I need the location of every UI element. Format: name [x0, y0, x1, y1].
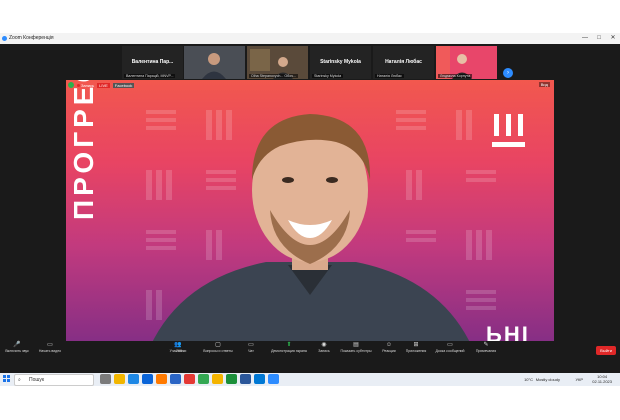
muted-mic-icon: 🎤: [13, 342, 21, 348]
notes-app-icon[interactable]: [212, 374, 223, 384]
video-off-icon: ▭: [47, 342, 53, 348]
unmute-button[interactable]: 🎤 Включить звук: [3, 342, 31, 353]
record-button[interactable]: ◉ Запись: [316, 342, 332, 353]
zoom-app-icon: [2, 36, 7, 41]
participant-strip: Валентина Пар... Валентина Парацій, MNVP…: [0, 44, 620, 80]
reactions-button[interactable]: ☺ Реакции: [380, 342, 398, 353]
participant-label: Людмила Корнута: [438, 74, 473, 78]
firefox-icon[interactable]: [156, 374, 167, 384]
excel-icon[interactable]: [226, 374, 237, 384]
captions-label: Показать субтитры: [340, 349, 372, 353]
clock[interactable]: 10:04 02.11.2023: [592, 374, 612, 384]
word-icon[interactable]: [240, 374, 251, 384]
participant-name: Валентина Пар...: [131, 59, 174, 65]
zoom-taskbar-icon[interactable]: [268, 374, 279, 384]
task-view-icon[interactable]: [100, 374, 111, 384]
search-placeholder: Пошук: [29, 377, 45, 383]
leave-button[interactable]: Выйти: [596, 346, 616, 355]
participant-tile[interactable]: Людмила Корнута: [436, 46, 497, 79]
record-dot-icon: [77, 83, 80, 87]
view-button[interactable]: Вид: [538, 82, 550, 87]
captions-icon: ▤: [353, 342, 359, 348]
clock-date: 02.11.2023: [592, 379, 612, 384]
recording-indicator[interactable]: Запись: [77, 83, 94, 88]
unmute-label: Включить звук: [5, 349, 29, 353]
chrome-icon[interactable]: [198, 374, 209, 384]
opera-icon[interactable]: [184, 374, 195, 384]
qa-button[interactable]: ▢ Вопросы и ответы: [200, 342, 236, 353]
participant-label: Olha Stepanovych... Обоч...: [249, 74, 299, 78]
chat-icon: ▭: [248, 342, 254, 348]
recording-label: Запись: [81, 82, 95, 88]
whiteboard-button[interactable]: ▭ Доска сообщений: [433, 342, 467, 353]
speaker-figure: [146, 114, 476, 356]
live-badge: LIVE: [97, 82, 110, 88]
title-bar: Zoom Конференція — □ ✕: [0, 33, 620, 44]
zoom-window: Zoom Конференція — □ ✕ Валентина Пар... …: [0, 33, 620, 386]
captions-button[interactable]: ▤ Показать субтитры: [338, 342, 374, 353]
participant-name: Наталія Любас: [385, 59, 422, 65]
shield-icon[interactable]: [68, 82, 74, 88]
share-screen-button[interactable]: ⬆ Демонстрация экрана: [268, 342, 310, 353]
edge-icon[interactable]: [142, 374, 153, 384]
participants-icon: 👥260: [174, 342, 182, 353]
notes-icon: ✎: [483, 342, 489, 348]
close-button[interactable]: ✕: [606, 33, 620, 44]
reactions-icon: ☺: [385, 342, 393, 348]
notes-label: Примечания: [475, 349, 497, 353]
participant-tile[interactable]: Starinsky Mykola Starinsky Mykola: [310, 46, 371, 79]
mail-icon[interactable]: [128, 374, 139, 384]
search-icon: ⌕: [18, 377, 21, 383]
share-screen-label: Демонстрация экрана: [271, 349, 307, 353]
record-icon: ◉: [321, 342, 327, 348]
minimize-button[interactable]: —: [578, 33, 592, 44]
outlook-icon[interactable]: [254, 374, 265, 384]
weather-condition[interactable]: Mostly cloudy: [536, 377, 560, 382]
security-icon[interactable]: [170, 374, 181, 384]
participant-video: [184, 46, 245, 79]
participants-label: Участники: [169, 349, 187, 353]
window-title: Zoom Конференція: [9, 35, 54, 41]
participant-tile[interactable]: Olha Stepanovych... Обоч...: [247, 46, 308, 79]
apps-icon: ⊞: [413, 342, 419, 348]
start-video-label: Начать видео: [38, 349, 62, 353]
participant-label: Наталія Любас: [375, 74, 404, 78]
chat-label: Чат: [248, 349, 254, 353]
whiteboard-label: Доска сообщений: [435, 349, 465, 353]
language-indicator[interactable]: УКР: [575, 377, 583, 382]
participants-button[interactable]: 👥260 Участники: [166, 342, 190, 353]
qa-icon: ▢: [215, 342, 221, 348]
participant-name: Starinsky Mykola: [320, 59, 361, 65]
share-screen-icon: ⬆: [286, 342, 292, 348]
qa-label: Вопросы и ответы: [203, 349, 233, 353]
taskbar-pinned-apps: [100, 374, 279, 384]
reactions-label: Реакции: [382, 349, 396, 353]
participant-label: Валентина Парацій, MNVP...: [124, 74, 176, 78]
start-video-button[interactable]: ▭ Начать видео: [36, 342, 64, 353]
speaker-video: ПРОГРЕСИВНІ ЬНІ Запись LIVE Facebook Вид: [66, 80, 554, 356]
apps-label: Приложения: [405, 349, 427, 353]
file-explorer-icon[interactable]: [114, 374, 125, 384]
apps-button[interactable]: ⊞ Приложения: [403, 342, 429, 353]
weather-temp[interactable]: 10°C: [524, 377, 533, 382]
windows-taskbar: ⌕ Пошук 10°C Mostly cloudy УКР 10:04 02.…: [0, 373, 620, 386]
meeting-toolbar: 🎤 Включить звук ▭ Начать видео 👥260 Учас…: [0, 341, 620, 357]
notes-button[interactable]: ✎ Примечания: [472, 342, 500, 353]
windows-start-icon[interactable]: [3, 375, 11, 383]
participant-tile[interactable]: Наталія Любас Наталія Любас: [373, 46, 434, 79]
participant-tile[interactable]: [184, 46, 245, 79]
next-page-button[interactable]: ›: [503, 68, 513, 78]
chat-button[interactable]: ▭ Чат: [244, 342, 258, 353]
participant-label: Starinsky Mykola: [312, 74, 344, 78]
whiteboard-icon: ▭: [447, 342, 453, 348]
record-label: Запись: [318, 349, 330, 353]
taskbar-search-input[interactable]: ⌕ Пошук: [14, 374, 94, 386]
meeting-status-bar: Запись LIVE Facebook: [66, 80, 136, 90]
participant-tile[interactable]: Валентина Пар... Валентина Парацій, MNVP…: [122, 46, 183, 79]
stream-target-dropdown[interactable]: Facebook: [112, 82, 135, 88]
maximize-button[interactable]: □: [592, 33, 606, 44]
